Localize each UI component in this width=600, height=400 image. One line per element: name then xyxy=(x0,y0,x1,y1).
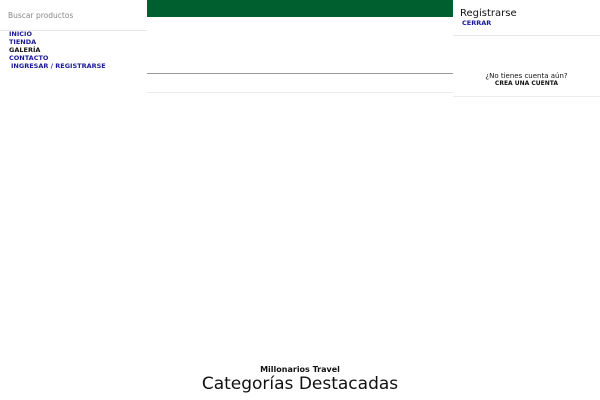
account-panel-title: Registrarse xyxy=(460,8,517,19)
account-panel: Registrarse CERRAR ¿No tienes cuenta aún… xyxy=(453,0,600,97)
product-search-input[interactable] xyxy=(8,8,140,22)
account-panel-header: Registrarse CERRAR xyxy=(453,0,600,36)
header-divider-light xyxy=(147,92,453,93)
mobile-menu-panel: INICIO TIENDA GALERÍA CONTACTO INGRESAR … xyxy=(0,0,147,400)
nav-item-tienda[interactable]: TIENDA xyxy=(9,38,106,46)
nav-item-galeria[interactable]: GALERÍA xyxy=(9,46,106,54)
create-account-link[interactable]: CREA UNA CUENTA xyxy=(453,80,600,87)
nav-item-login-register[interactable]: INGRESAR / REGISTRARSE xyxy=(11,62,106,70)
no-account-text: ¿No tienes cuenta aún? xyxy=(485,72,568,80)
nav-item-inicio[interactable]: INICIO xyxy=(9,30,106,38)
header-divider xyxy=(147,73,453,74)
nav-item-contacto[interactable]: CONTACTO xyxy=(9,54,106,62)
mobile-nav: INICIO TIENDA GALERÍA CONTACTO INGRESAR … xyxy=(9,30,106,70)
brand-top-bar xyxy=(147,0,453,17)
close-account-panel-button[interactable]: CERRAR xyxy=(462,19,491,27)
product-search-box xyxy=(0,0,147,31)
page: Millonarios Travel Categorías Destacadas… xyxy=(0,0,600,400)
